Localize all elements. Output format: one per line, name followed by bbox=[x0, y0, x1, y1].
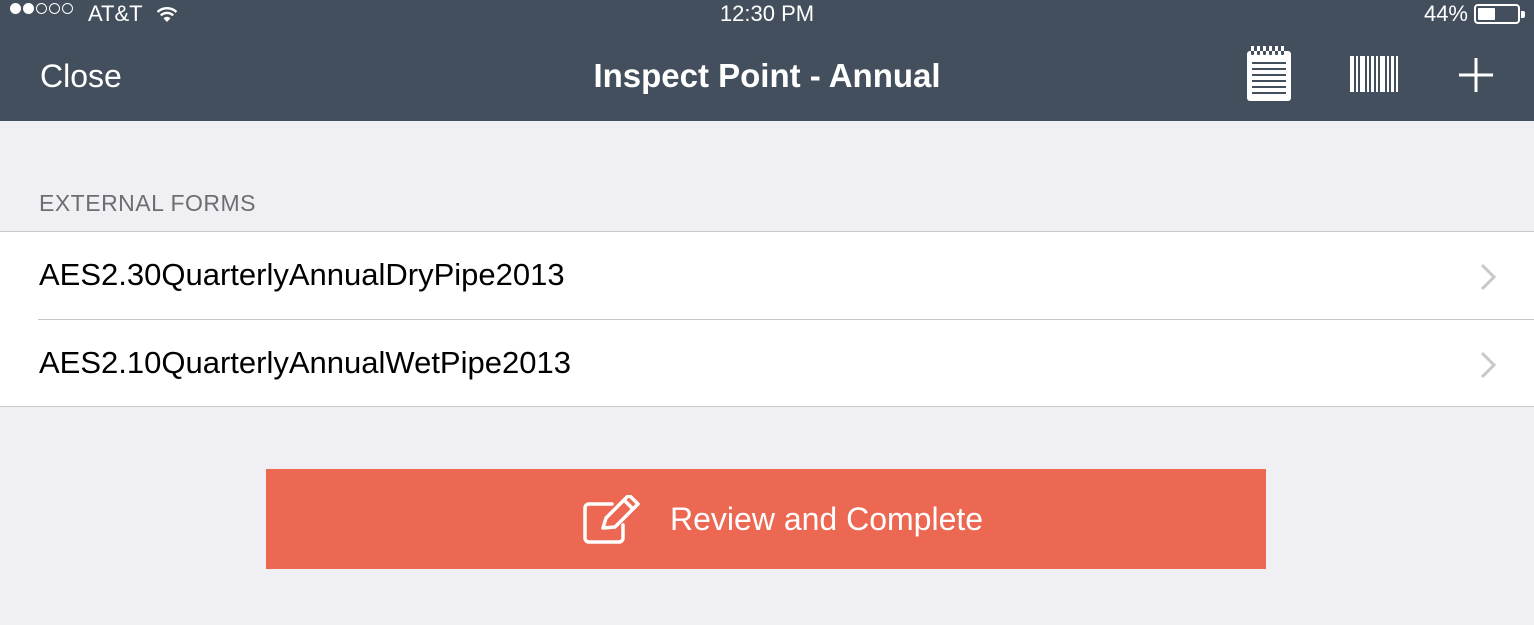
notes-icon[interactable] bbox=[1245, 45, 1293, 108]
external-forms-list: AES2.30QuarterlyAnnualDryPipe2013 AES2.1… bbox=[0, 231, 1534, 407]
review-and-complete-button[interactable]: Review and Complete bbox=[266, 469, 1266, 569]
chevron-right-icon bbox=[1479, 350, 1497, 385]
plus-icon[interactable] bbox=[1457, 56, 1495, 99]
list-item[interactable]: AES2.30QuarterlyAnnualDryPipe2013 bbox=[0, 232, 1534, 320]
list-item-label: AES2.30QuarterlyAnnualDryPipe2013 bbox=[39, 257, 565, 292]
review-button-label: Review and Complete bbox=[670, 501, 984, 537]
page-title: Inspect Point - Annual bbox=[593, 57, 941, 94]
edit-icon bbox=[582, 493, 644, 550]
status-time: 12:30 PM bbox=[719, 1, 815, 26]
list-item[interactable]: AES2.10QuarterlyAnnualWetPipe2013 bbox=[0, 320, 1534, 407]
battery-percent: 44% bbox=[1423, 1, 1468, 26]
status-bar: AT&T 12:30 PM 44% bbox=[0, 0, 1534, 28]
chevron-right-icon bbox=[1479, 262, 1497, 297]
battery-level-fill bbox=[1478, 8, 1495, 20]
barcode-icon[interactable] bbox=[1350, 56, 1400, 97]
list-item-label: AES2.10QuarterlyAnnualWetPipe2013 bbox=[39, 345, 571, 380]
navigation-bar: AT&T 12:30 PM 44% Close Inspect Point - … bbox=[0, 0, 1534, 121]
section-header: EXTERNAL FORMS bbox=[39, 190, 257, 216]
battery-icon bbox=[1474, 4, 1525, 24]
